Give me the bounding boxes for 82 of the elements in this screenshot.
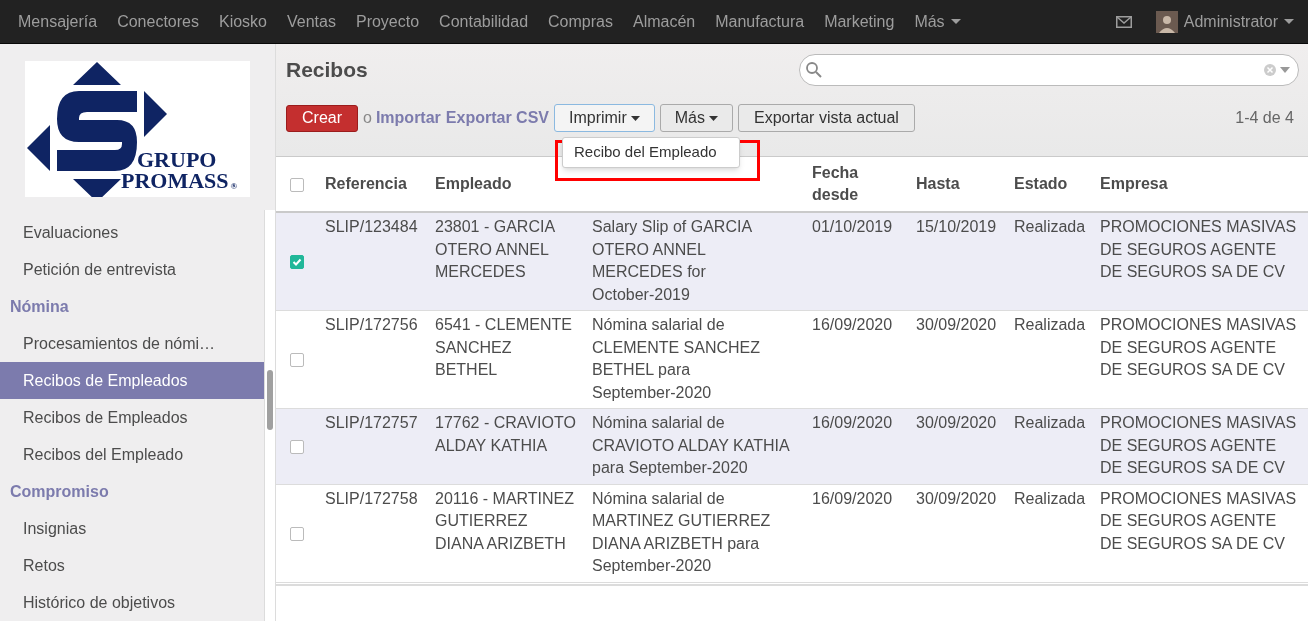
table-cell: Realizada: [1006, 408, 1092, 484]
table-cell: 6541 - CLEMENTE SANCHEZ BETHEL: [427, 310, 584, 409]
user-menu[interactable]: Administrator: [1155, 9, 1294, 34]
caret-icon: [630, 115, 640, 121]
search-field[interactable]: [799, 54, 1299, 86]
column-header[interactable]: Hasta: [908, 157, 1006, 212]
top-menu-item[interactable]: Conectores: [117, 9, 199, 34]
sidebar-item[interactable]: Retos: [0, 547, 264, 584]
table-cell: Realizada: [1006, 484, 1092, 582]
caret-icon: [950, 18, 961, 25]
pager-text: 1-4 de 4: [1235, 108, 1294, 128]
checkbox[interactable]: [289, 440, 304, 454]
top-menu-item[interactable]: Manufactura: [715, 9, 805, 34]
sidebar-section-title: Compromiso: [9, 481, 110, 502]
table-cell: 16/09/2020: [804, 310, 908, 409]
logo-text: GRUPO: [136, 149, 218, 170]
sidebar-item[interactable]: Recibos del Empleado: [0, 436, 264, 473]
top-menu-item[interactable]: Mensajería: [18, 9, 98, 34]
caret-icon: [708, 115, 718, 121]
checkbox[interactable]: [289, 353, 304, 368]
table-cell: 23801 - GARCIA OTERO ANNEL MERCEDES: [427, 212, 584, 311]
table-cell: Nómina salarial de CRAVIOTO ALDAY KATHIA para September-2020: [584, 408, 804, 484]
table-cell: 16/09/2020: [804, 484, 908, 582]
table-cell: 30/09/2020: [908, 484, 1006, 582]
table-cell: Realizada: [1006, 310, 1092, 409]
table-cell: SLIP/172758: [317, 484, 427, 582]
table-cell: PROMOCIONES MASIVAS DE SEGUROS AGENTE DE SEGUROS SA DE CV: [1092, 408, 1308, 484]
sidebar-section-title: Nómina: [9, 296, 70, 317]
sidebar-item[interactable]: Insignias: [0, 510, 264, 547]
sidebar-item[interactable]: Petición de entrevista: [0, 251, 264, 288]
table-cell: 01/10/2019: [804, 212, 908, 311]
separator-text: o: [363, 108, 372, 128]
top-menu-item[interactable]: Más: [914, 9, 961, 34]
checkbox[interactable]: [289, 255, 304, 270]
checkbox[interactable]: [289, 526, 304, 541]
top-menu-item[interactable]: Almacén: [632, 9, 696, 34]
print-button[interactable]: Imprimir: [553, 104, 655, 132]
search-icon: [806, 62, 822, 78]
table-cell: PROMOCIONES MASIVAS DE SEGUROS AGENTE DE SEGUROS SA DE CV: [1092, 310, 1308, 409]
table-cell: 20116 - MARTINEZ GUTIERREZ DIANA ARIZBETH: [427, 484, 584, 582]
table-cell: PROMOCIONES MASIVAS DE SEGUROS AGENTE DE SEGUROS SA DE CV: [1092, 212, 1308, 311]
table-cell: 30/09/2020: [908, 310, 1006, 409]
dropdown-item[interactable]: Recibo del Empleado: [563, 140, 739, 165]
top-menu-item[interactable]: Compras: [548, 9, 613, 34]
table-cell: 30/09/2020: [908, 408, 1006, 484]
export-view-button[interactable]: Exportar vista actual: [737, 104, 915, 132]
table-cell: SLIP/172756: [317, 310, 427, 409]
sidebar-item[interactable]: Recibos de Empleados: [0, 362, 264, 399]
page-title: Recibos: [286, 57, 368, 84]
top-menu-item[interactable]: Ventas: [287, 9, 336, 34]
top-menu-item[interactable]: Kiosko: [219, 9, 267, 34]
avatar-icon: [1155, 10, 1178, 33]
top-menu-item[interactable]: Marketing: [824, 9, 895, 34]
caret-icon[interactable]: [1280, 67, 1290, 73]
clear-icon[interactable]: [1264, 64, 1276, 76]
checkbox[interactable]: [289, 177, 304, 192]
sidebar-item[interactable]: Procesamientos de nómi…: [0, 325, 264, 362]
logo-text: PROMASS: [121, 170, 229, 191]
sidebar-item[interactable]: Recibos de Empleados: [0, 399, 264, 436]
column-header[interactable]: Referencia: [317, 157, 427, 212]
registered-mark: ®: [230, 181, 238, 191]
table-cell: 17762 - CRAVIOTO ALDAY KATHIA: [427, 408, 584, 484]
caret-icon: [1284, 18, 1294, 25]
table-cell: SLIP/172757: [317, 408, 427, 484]
table-cell: Salary Slip of GARCIA OTERO ANNEL MERCEDES for October-2019: [584, 212, 804, 311]
table-cell: SLIP/123484: [317, 212, 427, 311]
column-header[interactable]: Estado: [1006, 157, 1092, 212]
top-menu-item[interactable]: Contabilidad: [439, 9, 529, 34]
table-cell: Nómina salarial de CLEMENTE SANCHEZ BETHEL para September-2020: [584, 310, 804, 409]
table-cell: Realizada: [1006, 212, 1092, 311]
sidebar-item[interactable]: Histórico de objetivos: [0, 584, 264, 621]
column-header[interactable]: Empresa: [1092, 157, 1308, 212]
table-cell: 16/09/2020: [804, 408, 908, 484]
top-menu-item[interactable]: Proyecto: [355, 9, 420, 34]
table-cell: Nómina salarial de MARTINEZ GUTIERREZ DIANA ARIZBETH para September-2020: [584, 484, 804, 582]
sidebar-item[interactable]: Evaluaciones: [0, 214, 264, 251]
more-button[interactable]: Más: [659, 104, 733, 132]
mail-icon[interactable]: [1115, 15, 1132, 28]
column-header[interactable]: Fecha desde: [804, 157, 908, 212]
create-button[interactable]: Crear: [286, 104, 358, 132]
table-cell: 15/10/2019: [908, 212, 1006, 311]
table-cell: PROMOCIONES MASIVAS DE SEGUROS AGENTE DE SEGUROS SA DE CV: [1092, 484, 1308, 582]
